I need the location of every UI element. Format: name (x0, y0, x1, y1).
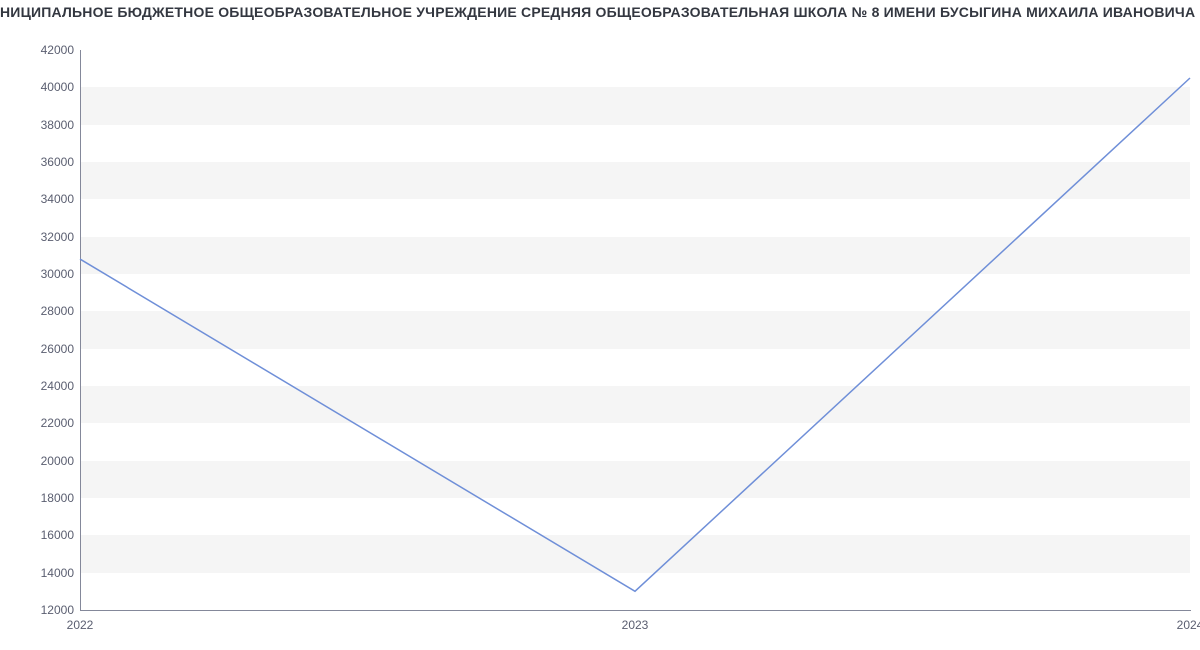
y-tick-label: 42000 (4, 43, 74, 57)
y-tick-label: 26000 (4, 342, 74, 356)
chart-title: НИЦИПАЛЬНОЕ БЮДЖЕТНОЕ ОБЩЕОБРАЗОВАТЕЛЬНО… (0, 4, 1200, 20)
y-tick-label: 34000 (4, 192, 74, 206)
chart-container: НИЦИПАЛЬНОЕ БЮДЖЕТНОЕ ОБЩЕОБРАЗОВАТЕЛЬНО… (0, 0, 1200, 650)
y-tick-label: 20000 (4, 454, 74, 468)
y-tick-label: 36000 (4, 155, 74, 169)
y-tick-label: 18000 (4, 491, 74, 505)
y-tick-label: 40000 (4, 80, 74, 94)
series-line (80, 78, 1190, 591)
y-tick-label: 16000 (4, 528, 74, 542)
y-tick-label: 24000 (4, 379, 74, 393)
y-tick-label: 30000 (4, 267, 74, 281)
y-tick-label: 22000 (4, 416, 74, 430)
x-tick-label: 2024 (1177, 618, 1200, 632)
y-tick-label: 38000 (4, 118, 74, 132)
y-tick-label: 14000 (4, 566, 74, 580)
line-layer (80, 50, 1190, 610)
plot-area (80, 50, 1190, 610)
y-tick-label: 32000 (4, 230, 74, 244)
x-tick-label: 2022 (67, 618, 94, 632)
x-tick-label: 2023 (622, 618, 649, 632)
y-tick-label: 28000 (4, 304, 74, 318)
y-tick-label: 12000 (4, 603, 74, 617)
